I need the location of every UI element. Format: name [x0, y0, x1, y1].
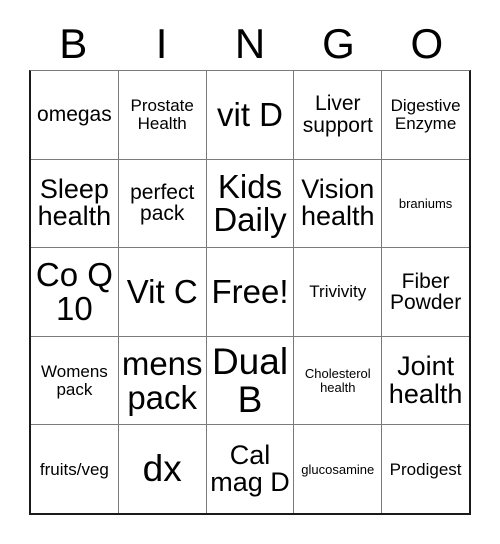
bingo-cell[interactable]: dx: [117, 425, 206, 513]
bingo-cell[interactable]: perfect pack: [117, 159, 206, 248]
bingo-cell-label: Kids Daily: [213, 167, 287, 239]
bingo-cell[interactable]: Prodigest: [381, 425, 469, 513]
bingo-cell-label: Dual B: [211, 340, 289, 420]
bingo-cell-label: Trivivity: [309, 282, 367, 302]
bingo-cell-label: Prodigest: [389, 459, 462, 479]
bingo-cell-label: perfect pack: [130, 180, 195, 226]
bingo-header: B I N G O: [29, 18, 471, 70]
bingo-cell[interactable]: Joint health: [381, 336, 469, 425]
header-letter-b: B: [59, 20, 88, 67]
bingo-cell-label: braniums: [398, 195, 453, 211]
bingo-cell-label: Joint health: [388, 351, 463, 409]
bingo-cell-label: Prostate Health: [130, 96, 194, 133]
bingo-cell-free[interactable]: Free!: [205, 248, 294, 336]
bingo-card: B I N G O omegas Prostate Health vit D L…: [0, 0, 500, 544]
header-letter-o: O: [410, 20, 444, 67]
bingo-cell[interactable]: Digestive Enzyme: [381, 71, 469, 159]
bingo-row: fruits/veg dx Cal mag D glucosamine Prod…: [31, 424, 469, 513]
bingo-cell[interactable]: Fiber Powder: [381, 248, 469, 336]
bingo-row: omegas Prostate Health vit D Liver suppo…: [31, 71, 469, 159]
bingo-cell-label: Liver support: [302, 92, 373, 137]
bingo-cell-label: Sleep health: [37, 173, 112, 232]
bingo-cell-label: Digestive Enzyme: [390, 96, 461, 133]
bingo-cell[interactable]: Kids Daily: [205, 159, 294, 248]
bingo-cell-label: Vision health: [301, 173, 375, 232]
bingo-cell[interactable]: Womens pack: [31, 337, 118, 425]
bingo-cell-label: Womens pack: [41, 362, 108, 399]
bingo-cell-label: vit D: [216, 95, 283, 133]
bingo-cell-label: dx: [142, 448, 182, 490]
bingo-cell[interactable]: Co Q 10: [31, 248, 118, 336]
bingo-cell-label: glucosamine: [301, 461, 375, 477]
bingo-cell[interactable]: Vit C: [117, 248, 206, 336]
bingo-cell[interactable]: Cholesterol health: [293, 336, 381, 425]
bingo-cell-label: mens pack: [121, 344, 203, 416]
bingo-row: Co Q 10 Vit C Free! Trivivity Fiber Powd…: [31, 247, 469, 336]
bingo-cell[interactable]: braniums: [381, 159, 469, 248]
bingo-cell-label: Fiber Powder: [389, 269, 462, 314]
bingo-cell[interactable]: fruits/veg: [31, 425, 118, 513]
bingo-cell[interactable]: Vision health: [293, 159, 381, 248]
header-letter-n: N: [234, 20, 266, 67]
bingo-cell-label: Cal mag D: [210, 439, 290, 498]
bingo-grid: omegas Prostate Health vit D Liver suppo…: [29, 70, 471, 515]
bingo-cell[interactable]: Cal mag D: [205, 425, 294, 513]
bingo-cell[interactable]: Sleep health: [31, 160, 118, 248]
bingo-cell[interactable]: vit D: [205, 71, 294, 159]
header-letter-i: I: [155, 20, 168, 67]
bingo-cell-label: fruits/veg: [39, 459, 109, 479]
bingo-cell[interactable]: omegas: [31, 71, 118, 159]
header-letter-g: G: [322, 20, 355, 67]
bingo-cell[interactable]: Dual B: [205, 336, 294, 425]
bingo-cell[interactable]: mens pack: [117, 336, 206, 425]
bingo-cell[interactable]: Prostate Health: [117, 71, 206, 159]
bingo-cell[interactable]: Liver support: [293, 71, 381, 159]
bingo-cell-label: omegas: [37, 103, 112, 127]
bingo-cell-label: Co Q 10: [35, 256, 113, 327]
bingo-cell[interactable]: glucosamine: [293, 425, 381, 513]
bingo-row: Sleep health perfect pack Kids Daily Vis…: [31, 158, 469, 248]
bingo-cell-label: Vit C: [126, 273, 198, 311]
bingo-cell[interactable]: Trivivity: [293, 248, 381, 336]
bingo-cell-label: Free!: [211, 273, 289, 311]
bingo-row: Womens pack mens pack Dual B Cholesterol…: [31, 335, 469, 425]
bingo-cell-label: Cholesterol health: [304, 366, 371, 395]
